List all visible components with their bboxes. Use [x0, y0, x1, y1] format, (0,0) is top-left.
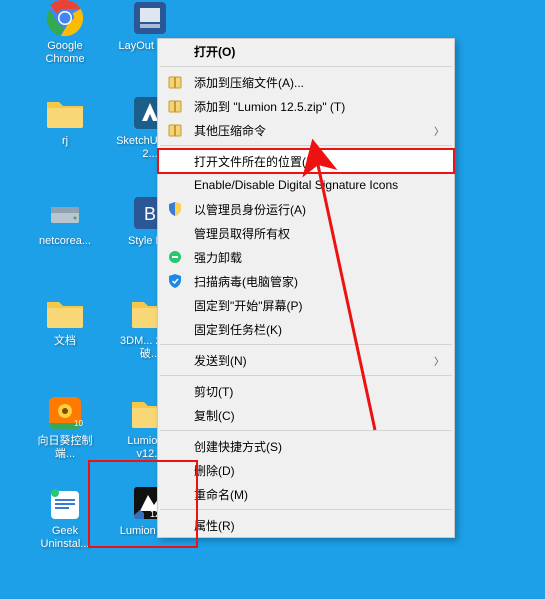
- menu-item[interactable]: 重命名(M): [158, 482, 454, 506]
- menu-item-label: 剪切(T): [194, 383, 444, 400]
- menu-item-label: 属性(R): [194, 517, 444, 534]
- blank-icon: [166, 320, 184, 338]
- geek-icon: [45, 483, 85, 523]
- desktop-icon-label: netcorea...: [39, 235, 91, 248]
- menu-item[interactable]: 扫描病毒(电脑管家): [158, 269, 454, 293]
- menu-item-label: 强力卸载: [194, 249, 444, 266]
- menu-item[interactable]: 以管理员身份运行(A): [158, 197, 454, 221]
- archive-icon: [166, 97, 184, 115]
- menu-item-label: Enable/Disable Digital Signature Icons: [194, 178, 444, 192]
- desktop-icon-label: rj: [62, 135, 68, 148]
- archive-icon: [166, 73, 184, 91]
- archive-icon: [166, 121, 184, 139]
- svg-text:B: B: [144, 204, 156, 224]
- menu-item-label: 管理员取得所有权: [194, 225, 444, 242]
- context-menu: 打开(O) 添加到压缩文件(A)... 添加到 "Lumion 12.5.zip" …: [157, 38, 455, 538]
- folder-icon: [45, 293, 85, 333]
- desktop-icon-rj[interactable]: rj: [30, 93, 100, 148]
- menu-item-label: 扫描病毒(电脑管家): [194, 273, 444, 290]
- menu-item-label: 重命名(M): [194, 486, 444, 503]
- desktop-icon-label: 向日葵控制端...: [30, 435, 100, 461]
- menu-item[interactable]: 复制(C): [158, 403, 454, 427]
- menu-item-label: 打开(O): [194, 43, 444, 60]
- menu-separator: [160, 430, 452, 431]
- menu-item-label: 添加到压缩文件(A)...: [194, 74, 444, 91]
- svg-text:10: 10: [74, 419, 83, 428]
- menu-separator: [160, 375, 452, 376]
- menu-item[interactable]: 固定到任务栏(K): [158, 317, 454, 341]
- folder-icon: [45, 93, 85, 133]
- menu-item[interactable]: 添加到压缩文件(A)...: [158, 70, 454, 94]
- blank-icon: [166, 176, 184, 194]
- blank-icon: [166, 437, 184, 455]
- blank-icon: [166, 351, 184, 369]
- blank-icon: [166, 224, 184, 242]
- menu-item[interactable]: 强力卸载: [158, 245, 454, 269]
- menu-item[interactable]: 管理员取得所有权: [158, 221, 454, 245]
- submenu-arrow-icon: 〉: [434, 123, 444, 138]
- desktop-icon-label: Geek Uninstal...: [30, 525, 100, 551]
- menu-item-label: 其他压缩命令: [194, 122, 428, 139]
- menu-item[interactable]: 剪切(T): [158, 379, 454, 403]
- blank-icon: [166, 42, 184, 60]
- blank-icon: [166, 152, 184, 170]
- disk-icon: [45, 193, 85, 233]
- menu-item[interactable]: 添加到 "Lumion 12.5.zip" (T): [158, 94, 454, 118]
- menu-separator: [160, 509, 452, 510]
- blank-icon: [166, 461, 184, 479]
- menu-separator: [160, 344, 452, 345]
- blank-icon: [166, 406, 184, 424]
- desktop-icon-google-chrome[interactable]: Google Chrome: [30, 0, 100, 66]
- desktop-icon-label: 文档: [54, 335, 76, 348]
- menu-item-label: 创建快捷方式(S): [194, 438, 444, 455]
- blank-icon: [166, 516, 184, 534]
- shield-blue-icon: [166, 200, 184, 218]
- chrome-icon: [45, 0, 85, 38]
- menu-item[interactable]: 属性(R): [158, 513, 454, 537]
- menu-item[interactable]: 其他压缩命令〉: [158, 118, 454, 142]
- blank-icon: [166, 382, 184, 400]
- menu-item[interactable]: 创建快捷方式(S): [158, 434, 454, 458]
- layout-icon: [130, 0, 170, 38]
- menu-item[interactable]: Enable/Disable Digital Signature Icons: [158, 173, 454, 197]
- desktop-icon-sunflower[interactable]: 10 向日葵控制端...: [30, 393, 100, 461]
- menu-item-label: 删除(D): [194, 462, 444, 479]
- menu-item-label: 以管理员身份运行(A): [194, 201, 444, 218]
- menu-item-label: 固定到"开始"屏幕(P): [194, 297, 444, 314]
- menu-item-label: 发送到(N): [194, 352, 428, 369]
- uninst-icon: [166, 248, 184, 266]
- menu-item-label: 添加到 "Lumion 12.5.zip" (T): [194, 98, 444, 115]
- menu-item[interactable]: 发送到(N) 〉: [158, 348, 454, 372]
- desktop-icon-geek[interactable]: Geek Uninstal...: [30, 483, 100, 551]
- submenu-arrow-icon: 〉: [434, 353, 444, 368]
- desktop-icon-label: Google Chrome: [30, 40, 100, 66]
- blank-icon: [166, 485, 184, 503]
- desktop-icon-wendang[interactable]: 文档: [30, 293, 100, 348]
- menu-separator: [160, 145, 452, 146]
- shield-blue2-icon: [166, 272, 184, 290]
- menu-item[interactable]: 打开文件所在的位置(I): [158, 149, 454, 173]
- menu-item[interactable]: 固定到"开始"屏幕(P): [158, 293, 454, 317]
- menu-item[interactable]: 删除(D): [158, 458, 454, 482]
- menu-item-label: 打开文件所在的位置(I): [194, 153, 444, 170]
- desktop-icon-netcorea[interactable]: netcorea...: [30, 193, 100, 248]
- menu-separator: [160, 66, 452, 67]
- menu-item-label: 固定到任务栏(K): [194, 321, 444, 338]
- blank-icon: [166, 296, 184, 314]
- menu-item-label: 复制(C): [194, 407, 444, 424]
- menu-item[interactable]: 打开(O): [158, 39, 454, 63]
- sunflower-icon: 10: [45, 393, 85, 433]
